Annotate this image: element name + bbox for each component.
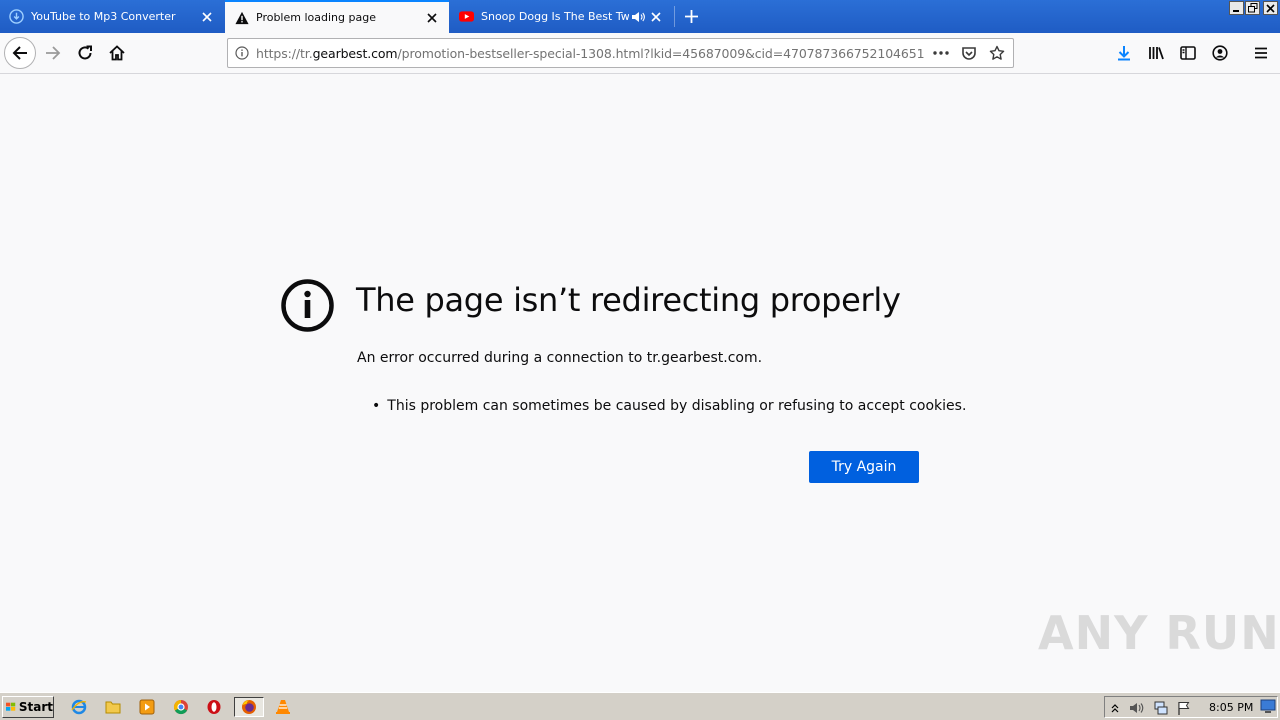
sidebar-button[interactable] — [1172, 37, 1204, 69]
info-circle-icon — [281, 279, 334, 332]
library-icon — [1148, 47, 1164, 60]
back-button[interactable] — [4, 37, 36, 69]
network-icon[interactable] — [1153, 700, 1169, 719]
url-host: gearbest.com — [312, 45, 398, 61]
start-label: Start — [18, 700, 53, 714]
menu-button[interactable] — [1245, 37, 1277, 69]
show-hidden-icons-icon[interactable] — [1111, 700, 1119, 719]
page-actions-icon[interactable] — [927, 39, 955, 67]
error-title: The page isn’t redirecting properly — [356, 281, 901, 319]
error-description: An error occurred during a connection to… — [357, 350, 763, 366]
tab-title: Problem loading page — [256, 11, 376, 24]
windows-logo-icon — [6, 702, 16, 711]
info-icon[interactable] — [228, 46, 256, 60]
tab-separator — [674, 6, 675, 27]
url-bar[interactable]: https://tr.gearbest.com/promotion-bestse… — [227, 38, 1014, 68]
tab-strip: YouTube to Mp3 Converter Problem loading… — [0, 0, 1280, 33]
bookmark-star-icon[interactable] — [983, 39, 1011, 67]
file-explorer-icon[interactable] — [102, 697, 124, 717]
tab-title: YouTube to Mp3 Converter — [31, 10, 176, 23]
error-suggestions: This problem can sometimes be caused by … — [372, 398, 966, 414]
close-icon[interactable] — [423, 9, 441, 27]
tab-youtube-mp3[interactable]: YouTube to Mp3 Converter — [0, 0, 224, 33]
tab-problem-loading[interactable]: Problem loading page — [225, 0, 449, 33]
media-player-icon[interactable] — [136, 697, 158, 717]
speaker-icon[interactable] — [629, 11, 647, 23]
url-path: /promotion-bestseller-special-1308.html?… — [397, 45, 925, 61]
url-prefix: https://tr. — [256, 45, 313, 61]
cloud-download-icon — [9, 9, 24, 24]
close-icon[interactable] — [198, 8, 216, 26]
account-icon — [1212, 45, 1228, 61]
home-button[interactable] — [101, 37, 133, 69]
close-icon[interactable] — [647, 8, 665, 26]
start-button[interactable]: Start — [2, 696, 54, 718]
anyrun-watermark: ANY RUN — [1038, 606, 1280, 660]
url-text[interactable]: https://tr.gearbest.com/promotion-bestse… — [256, 46, 927, 61]
chrome-icon[interactable] — [170, 697, 192, 717]
tab-title: Snoop Dogg Is The Best Twitch — [481, 10, 629, 23]
reload-button[interactable] — [69, 37, 101, 69]
tab-snoop-dogg[interactable]: Snoop Dogg Is The Best Twitch — [450, 0, 674, 33]
firefox-icon[interactable] — [234, 697, 264, 717]
minimize-button[interactable] — [1229, 1, 1244, 15]
library-button[interactable] — [1140, 37, 1172, 69]
hamburger-icon — [1255, 47, 1267, 59]
account-button[interactable] — [1204, 37, 1236, 69]
try-again-button[interactable]: Try Again — [809, 451, 919, 483]
action-center-flag-icon[interactable] — [1177, 700, 1191, 719]
vlc-icon[interactable] — [269, 697, 297, 717]
show-desktop-icon[interactable] — [1260, 699, 1276, 718]
downloads-button[interactable] — [1108, 37, 1140, 69]
volume-icon[interactable] — [1129, 700, 1145, 719]
reload-icon — [78, 45, 92, 60]
navigation-toolbar: https://tr.gearbest.com/promotion-bestse… — [0, 33, 1280, 74]
opera-icon[interactable] — [203, 697, 225, 717]
warning-icon — [234, 10, 249, 25]
restore-button[interactable] — [1245, 1, 1260, 15]
download-icon — [1118, 46, 1130, 61]
new-tab-button[interactable] — [678, 4, 704, 29]
sidebar-icon — [1180, 46, 1196, 60]
close-window-button[interactable] — [1263, 1, 1278, 15]
list-item: This problem can sometimes be caused by … — [372, 398, 966, 414]
home-icon — [109, 45, 125, 61]
internet-explorer-icon[interactable] — [68, 697, 90, 717]
youtube-icon — [459, 9, 474, 24]
clock[interactable]: 8:05 PM — [1209, 701, 1253, 714]
arrow-right-icon — [46, 46, 61, 60]
forward-button[interactable] — [37, 37, 69, 69]
windows-taskbar: Start 8:05 PM — [0, 692, 1280, 720]
pocket-icon[interactable] — [955, 39, 983, 67]
arrow-left-icon — [12, 46, 27, 60]
